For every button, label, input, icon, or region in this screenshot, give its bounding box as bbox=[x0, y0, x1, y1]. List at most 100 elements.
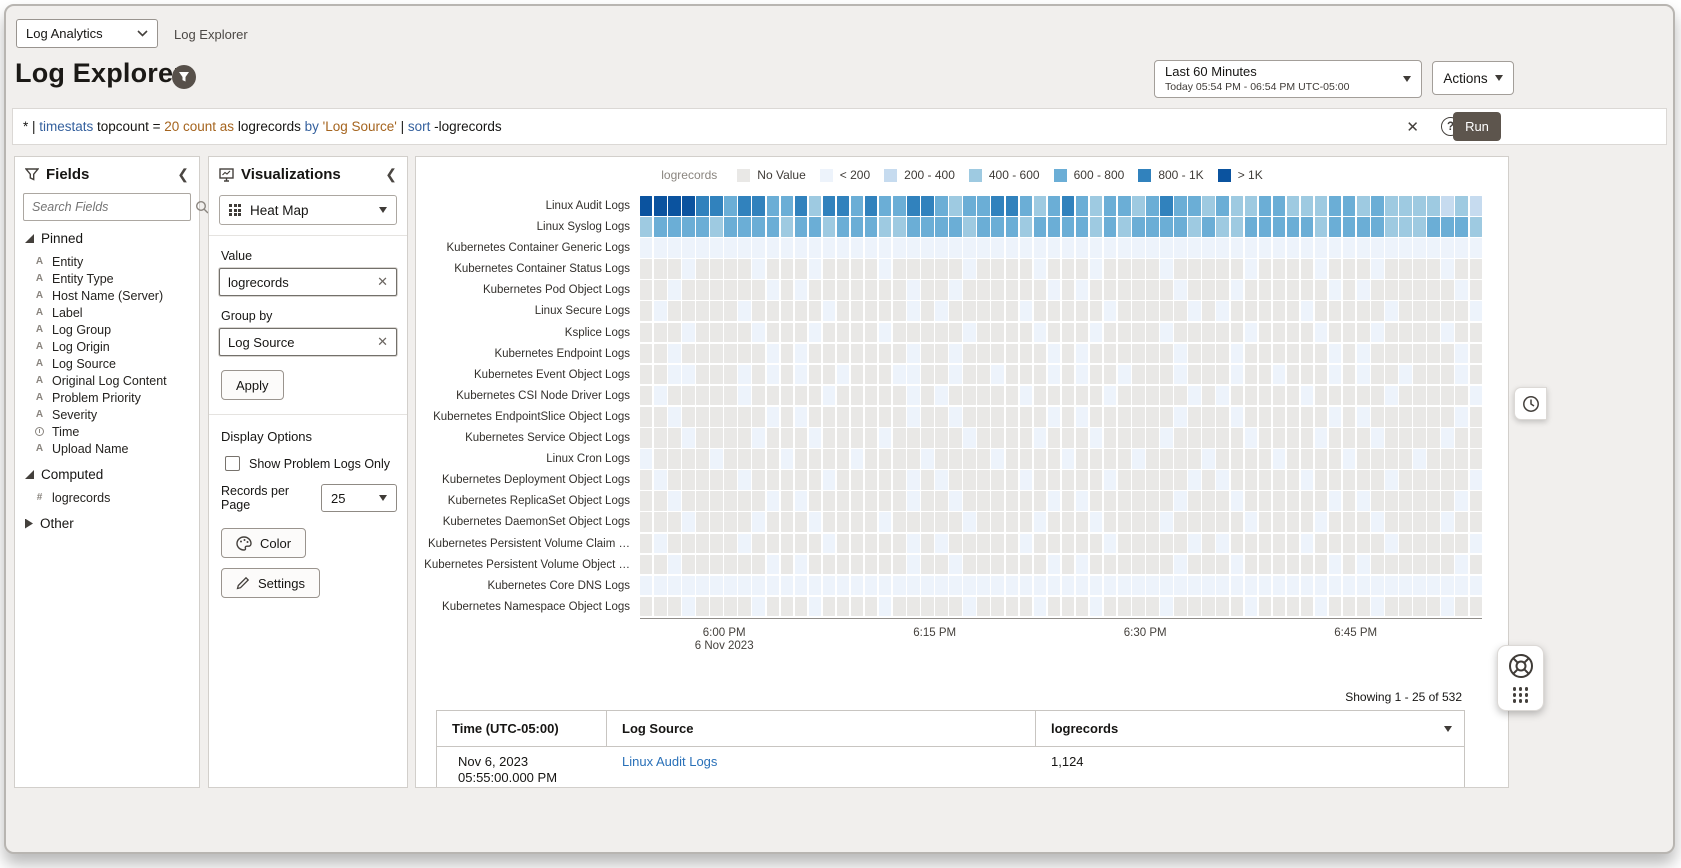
heatmap-cell[interactable] bbox=[1076, 576, 1088, 596]
heatmap-cell[interactable] bbox=[767, 555, 779, 575]
heatmap-cell[interactable] bbox=[1385, 280, 1397, 300]
clear-groupby-icon[interactable]: ✕ bbox=[377, 334, 388, 350]
heatmap-cell[interactable] bbox=[1174, 196, 1186, 216]
heatmap-cell[interactable] bbox=[1076, 597, 1088, 617]
heatmap-cell[interactable] bbox=[1020, 449, 1032, 469]
heatmap-cell[interactable] bbox=[1216, 217, 1228, 237]
heatmap-cell[interactable] bbox=[1048, 344, 1060, 364]
heatmap-cell[interactable] bbox=[977, 259, 989, 279]
heatmap-cell[interactable] bbox=[1413, 280, 1425, 300]
heatmap-cell[interactable] bbox=[1160, 259, 1172, 279]
heatmap-cell[interactable] bbox=[1062, 323, 1074, 343]
heatmap-cell[interactable] bbox=[865, 386, 877, 406]
heatmap-cell[interactable] bbox=[1034, 597, 1046, 617]
heatmap-cell[interactable] bbox=[921, 323, 933, 343]
heatmap-cell[interactable] bbox=[1104, 555, 1116, 575]
heatmap-cell[interactable] bbox=[1357, 470, 1369, 490]
heatmap-cell[interactable] bbox=[668, 280, 680, 300]
heatmap-cell[interactable] bbox=[1118, 280, 1130, 300]
heatmap-cell[interactable] bbox=[781, 386, 793, 406]
heatmap-cell[interactable] bbox=[654, 217, 666, 237]
heatmap-cell[interactable] bbox=[640, 512, 652, 532]
heatmap-cell[interactable] bbox=[1062, 196, 1074, 216]
heatmap-cell[interactable] bbox=[1245, 238, 1257, 258]
help-fab-button[interactable] bbox=[1497, 645, 1544, 711]
heatmap-cell[interactable] bbox=[935, 217, 947, 237]
heatmap-cell[interactable] bbox=[1048, 280, 1060, 300]
heatmap-cell[interactable] bbox=[1146, 386, 1158, 406]
heatmap-cell[interactable] bbox=[921, 217, 933, 237]
heatmap-cell[interactable] bbox=[921, 555, 933, 575]
heatmap-cell[interactable] bbox=[1427, 407, 1439, 427]
heatmap-cell[interactable] bbox=[710, 280, 722, 300]
heatmap-cell[interactable] bbox=[1034, 386, 1046, 406]
heatmap-cell[interactable] bbox=[1231, 344, 1243, 364]
heatmap-cell[interactable] bbox=[823, 576, 835, 596]
heatmap-cell[interactable] bbox=[1315, 597, 1327, 617]
heatmap-cell[interactable] bbox=[1132, 576, 1144, 596]
heatmap-cell[interactable] bbox=[1231, 386, 1243, 406]
heatmap-cell[interactable] bbox=[1343, 217, 1355, 237]
heatmap-cell[interactable] bbox=[767, 301, 779, 321]
heatmap-cell[interactable] bbox=[1104, 407, 1116, 427]
heatmap-cell[interactable] bbox=[1160, 555, 1172, 575]
heatmap-cell[interactable] bbox=[1315, 491, 1327, 511]
heatmap-cell[interactable] bbox=[1188, 217, 1200, 237]
heatmap-cell[interactable] bbox=[991, 407, 1003, 427]
heatmap-cell[interactable] bbox=[1301, 259, 1313, 279]
heatmap-cell[interactable] bbox=[977, 576, 989, 596]
heatmap-cell[interactable] bbox=[837, 576, 849, 596]
heatmap-cell[interactable] bbox=[1413, 344, 1425, 364]
heatmap-cell[interactable] bbox=[1231, 238, 1243, 258]
heatmap-cell[interactable] bbox=[963, 344, 975, 364]
heatmap-cell[interactable] bbox=[1455, 449, 1467, 469]
heatmap-cell[interactable] bbox=[879, 344, 891, 364]
heatmap-cell[interactable] bbox=[809, 196, 821, 216]
heatmap-cell[interactable] bbox=[921, 238, 933, 258]
heatmap-cell[interactable] bbox=[767, 534, 779, 554]
heatmap-cell[interactable] bbox=[1329, 491, 1341, 511]
heatmap-cell[interactable] bbox=[1160, 576, 1172, 596]
collapse-fields-icon[interactable]: ❮ bbox=[177, 166, 189, 183]
heatmap-cell[interactable] bbox=[640, 386, 652, 406]
heatmap-cell[interactable] bbox=[1020, 365, 1032, 385]
heatmap-cell[interactable] bbox=[935, 597, 947, 617]
heatmap-cell[interactable] bbox=[724, 428, 736, 448]
heatmap-cell[interactable] bbox=[1216, 555, 1228, 575]
heatmap-cell[interactable] bbox=[1245, 491, 1257, 511]
heatmap-cell[interactable] bbox=[1188, 386, 1200, 406]
heatmap-cell[interactable] bbox=[1034, 238, 1046, 258]
heatmap-cell[interactable] bbox=[1455, 301, 1467, 321]
heatmap-cell[interactable] bbox=[879, 323, 891, 343]
heatmap-cell[interactable] bbox=[865, 365, 877, 385]
heatmap-cell[interactable] bbox=[1160, 597, 1172, 617]
heatmap-cell[interactable] bbox=[752, 576, 764, 596]
heatmap-cell[interactable] bbox=[1413, 407, 1425, 427]
heatmap-cell[interactable] bbox=[1160, 344, 1172, 364]
heatmap-cell[interactable] bbox=[865, 196, 877, 216]
heatmap-cell[interactable] bbox=[949, 323, 961, 343]
heatmap-cell[interactable] bbox=[654, 597, 666, 617]
heatmap-cell[interactable] bbox=[767, 407, 779, 427]
heatmap-cell[interactable] bbox=[991, 449, 1003, 469]
heatmap-cell[interactable] bbox=[1188, 449, 1200, 469]
heatmap-cell[interactable] bbox=[1470, 386, 1482, 406]
heatmap-cell[interactable] bbox=[1132, 470, 1144, 490]
heatmap-cell[interactable] bbox=[752, 280, 764, 300]
heatmap-cell[interactable] bbox=[1287, 428, 1299, 448]
heatmap-cell[interactable] bbox=[752, 386, 764, 406]
heatmap-cell[interactable] bbox=[795, 301, 807, 321]
heatmap-cell[interactable] bbox=[1287, 217, 1299, 237]
heatmap-cell[interactable] bbox=[1343, 534, 1355, 554]
heatmap-cell[interactable] bbox=[710, 301, 722, 321]
heatmap-cell[interactable] bbox=[963, 512, 975, 532]
heatmap-cell[interactable] bbox=[1329, 280, 1341, 300]
heatmap-cell[interactable] bbox=[1329, 534, 1341, 554]
heatmap-cell[interactable] bbox=[991, 512, 1003, 532]
heatmap-cell[interactable] bbox=[682, 407, 694, 427]
heatmap-cell[interactable] bbox=[1202, 365, 1214, 385]
heatmap-cell[interactable] bbox=[1048, 217, 1060, 237]
heatmap-cell[interactable] bbox=[640, 365, 652, 385]
heatmap-cell[interactable] bbox=[1329, 259, 1341, 279]
heatmap-cell[interactable] bbox=[1202, 323, 1214, 343]
